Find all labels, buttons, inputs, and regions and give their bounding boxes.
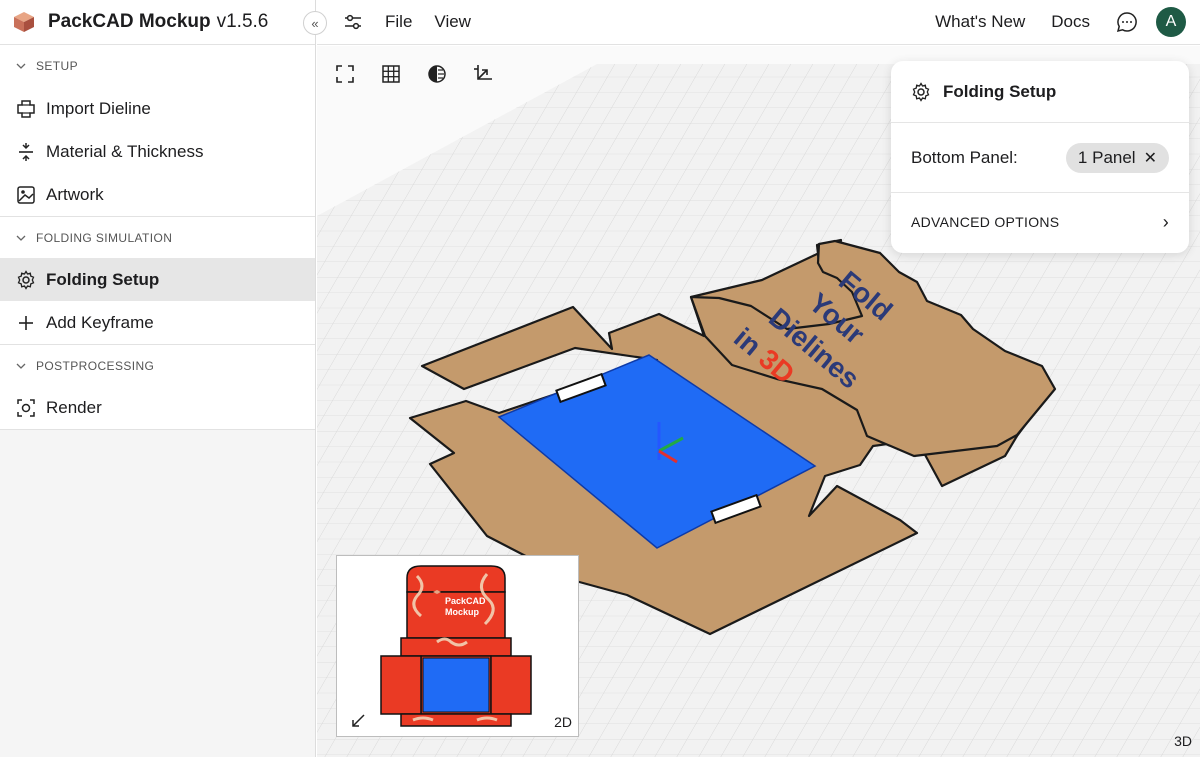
view-menu[interactable]: View	[434, 12, 471, 32]
chevron-down-icon	[16, 235, 26, 241]
advanced-options-label: ADVANCED OPTIONS	[911, 214, 1060, 230]
sidebar-nav: SETUP Import Dieline Material & Thicknes…	[0, 45, 315, 430]
folding-setup-panel: Folding Setup Bottom Panel: 1 Panel ✕ AD…	[891, 61, 1189, 253]
bottom-panel-chip[interactable]: 1 Panel ✕	[1065, 142, 1169, 173]
minimap-mode-label: 2D	[554, 714, 572, 730]
grid-icon[interactable]	[381, 64, 401, 84]
advanced-options-row[interactable]: ADVANCED OPTIONS ›	[891, 193, 1189, 251]
section-folding-simulation[interactable]: FOLDING SIMULATION	[0, 216, 315, 258]
dieline-icon	[17, 99, 35, 118]
sidebar-item-label: Import Dieline	[46, 98, 151, 118]
sliders-icon[interactable]	[343, 12, 363, 32]
box-logo-icon	[14, 12, 34, 32]
sidebar-item-label: Folding Setup	[46, 269, 160, 289]
thickness-icon	[19, 142, 33, 161]
section-postprocessing[interactable]: POSTPROCESSING	[0, 344, 315, 386]
sidebar-item-label: Artwork	[46, 184, 104, 204]
whats-new-link[interactable]: What's New	[935, 12, 1025, 32]
chat-bubble-icon[interactable]	[1116, 11, 1138, 33]
app-header: PackCAD Mockup v1.5.6 «	[0, 0, 327, 45]
viewport-mode-label: 3D	[1174, 733, 1192, 749]
3d-viewport[interactable]: Fold Your Dielines in 3D Folding Setup B…	[317, 46, 1200, 757]
sidebar-item-add-keyframe[interactable]: Add Keyframe	[0, 301, 315, 344]
panel-title: Folding Setup	[943, 81, 1057, 101]
sidebar-item-label: Material & Thickness	[46, 141, 204, 161]
file-menu[interactable]: File	[385, 12, 412, 32]
bottom-panel-row: Bottom Panel: 1 Panel ✕	[891, 123, 1189, 193]
docs-link[interactable]: Docs	[1051, 12, 1090, 32]
chevron-right-icon: ›	[1162, 211, 1169, 232]
section-title: FOLDING SIMULATION	[36, 230, 173, 245]
nav-divider	[0, 429, 315, 430]
section-title: POSTPROCESSING	[36, 358, 155, 373]
image-icon	[17, 185, 35, 204]
top-bar: File View What's New Docs A	[317, 0, 1200, 45]
close-icon[interactable]: ✕	[1144, 148, 1157, 168]
avatar[interactable]: A	[1156, 7, 1186, 37]
app-version: v1.5.6	[216, 11, 269, 32]
2d-minimap[interactable]: PackCAD Mockup 2D	[336, 555, 579, 737]
bottom-panel-label: Bottom Panel:	[911, 147, 1018, 167]
sidebar-item-import-dieline[interactable]: Import Dieline	[0, 87, 315, 130]
chip-label: 1 Panel	[1077, 147, 1136, 167]
top-right-group: What's New Docs A	[935, 7, 1200, 37]
panel-header: Folding Setup	[891, 61, 1189, 123]
sidebar-item-label: Add Keyframe	[46, 312, 154, 332]
app-name: PackCAD Mockup	[48, 11, 211, 32]
minimap-brand-2: Mockup	[445, 607, 480, 617]
gear-icon	[912, 81, 930, 102]
expand-arrow-icon[interactable]	[351, 714, 365, 728]
lighting-icon[interactable]	[427, 64, 447, 84]
minimap-brand-1: PackCAD	[445, 596, 486, 606]
plus-icon	[19, 315, 33, 330]
crop-axes-icon[interactable]	[473, 64, 493, 84]
viewport-toolbar	[335, 64, 493, 84]
sidebar-item-artwork[interactable]: Artwork	[0, 173, 315, 216]
camera-focus-icon	[17, 398, 35, 417]
gear-icon	[17, 269, 35, 290]
chevron-down-icon	[16, 363, 26, 369]
sidebar-item-folding-setup[interactable]: Folding Setup	[0, 258, 315, 301]
section-title: SETUP	[36, 59, 79, 73]
chevron-down-icon	[16, 63, 26, 69]
section-setup[interactable]: SETUP	[0, 45, 315, 87]
collapse-sidebar-button[interactable]: «	[303, 11, 327, 35]
minimap-dieline: PackCAD Mockup	[380, 565, 532, 727]
sidebar-item-label: Render	[46, 397, 102, 417]
sidebar-item-material-thickness[interactable]: Material & Thickness	[0, 130, 315, 173]
sidebar-item-render[interactable]: Render	[0, 386, 315, 429]
sidebar: PackCAD Mockup v1.5.6 « SETUP Import Die…	[0, 0, 327, 757]
fullscreen-icon[interactable]	[335, 64, 355, 84]
